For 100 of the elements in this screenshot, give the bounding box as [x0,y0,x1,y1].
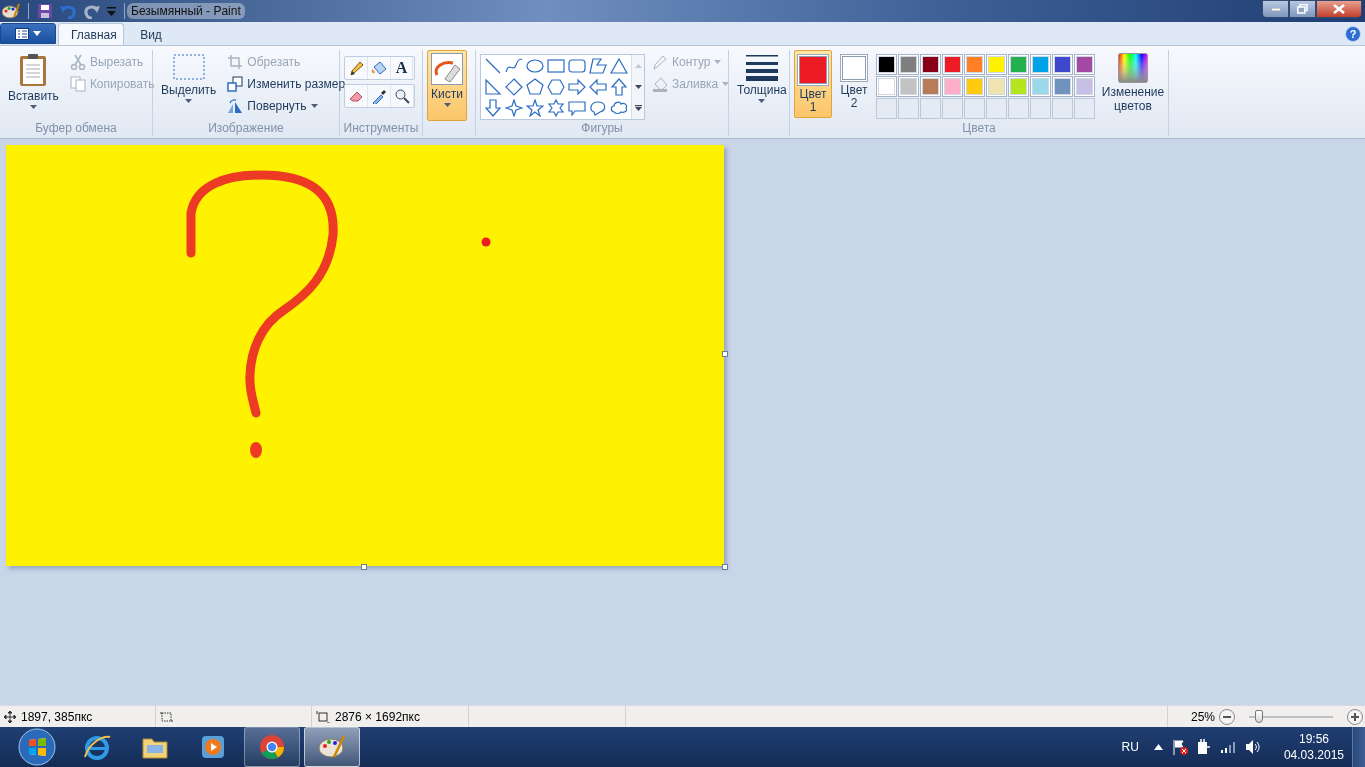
flag-icon[interactable] [1171,739,1188,755]
magnifier-icon[interactable] [394,88,410,104]
resize-button[interactable]: Изменить размер [224,74,349,94]
media-player-icon[interactable] [199,733,227,761]
zoom-in-button[interactable] [1347,708,1363,725]
expand-gallery-icon[interactable] [634,105,642,112]
cloud-callout-shape-icon[interactable] [610,99,628,117]
zoom-out-button[interactable] [1219,708,1235,725]
palette-color[interactable] [878,78,895,95]
custom-color-slot[interactable] [876,98,897,119]
custom-color-slot[interactable] [942,98,963,119]
rectangle-shape-icon[interactable] [547,57,565,75]
custom-color-slot[interactable] [1030,98,1051,119]
palette-color[interactable] [944,56,961,73]
custom-color-slot[interactable] [898,98,919,119]
custom-color-slot[interactable] [920,98,941,119]
speaker-icon[interactable] [1244,739,1261,755]
custom-color-slot[interactable] [964,98,985,119]
triangle-shape-icon[interactable] [610,57,628,75]
palette-color[interactable] [1010,56,1027,73]
palette-color[interactable] [966,56,983,73]
left-arrow-shape-icon[interactable] [589,78,607,96]
eyedropper-icon[interactable] [371,88,387,104]
palette-color[interactable] [1054,78,1071,95]
resize-handle[interactable] [722,351,728,357]
palette-color[interactable] [1010,78,1027,95]
custom-color-slot[interactable] [1074,98,1095,119]
language-indicator[interactable]: RU [1121,740,1139,754]
custom-color-slot[interactable] [1052,98,1073,119]
custom-color-slot[interactable] [986,98,1007,119]
pentagon-shape-icon[interactable] [526,78,544,96]
power-plug-icon[interactable] [1196,739,1211,755]
resize-handle[interactable] [361,564,367,570]
group-label: Инструменты [342,121,420,136]
palette-color[interactable] [922,56,939,73]
rectangular-callout-shape-icon[interactable] [568,99,586,117]
palette-color[interactable] [922,78,939,95]
help-button[interactable]: ? [1345,25,1361,42]
oval-shape-icon[interactable] [526,57,544,75]
palette-color[interactable] [988,78,1005,95]
edit-colors-button[interactable]: Изменение цветов [1099,50,1167,121]
palette-icon[interactable] [2,3,20,19]
palette-color[interactable] [1054,56,1071,73]
clock-date[interactable]: 04.03.2015 [1283,747,1344,763]
ribbon-tab[interactable]: Главная [58,23,124,45]
four-point-star-shape-icon[interactable] [505,99,523,117]
right-triangle-shape-icon[interactable] [484,78,502,96]
minimize-button[interactable] [1262,0,1289,18]
signal-bars-icon[interactable] [1219,740,1236,754]
redo-icon[interactable] [83,3,101,19]
color-select-button[interactable]: Цвет 1 [794,50,832,118]
right-arrow-shape-icon[interactable] [568,78,586,96]
palette-color[interactable] [1076,56,1093,73]
palette-color[interactable] [988,56,1005,73]
customize-dropdown-icon[interactable] [107,6,116,16]
palette-color[interactable] [1032,56,1049,73]
palette-color[interactable] [900,56,917,73]
browser-e-icon[interactable] [83,733,111,761]
close-button[interactable] [1316,0,1362,18]
ribbon-tab[interactable]: Вид [126,23,176,45]
thickness-button[interactable]: Толщина [733,50,791,121]
diamond-shape-icon[interactable] [505,78,523,96]
palette-color[interactable] [878,56,895,73]
palette-color[interactable] [900,78,917,95]
paint-bucket-icon[interactable] [371,60,387,76]
select-button[interactable]: Выделить [157,50,221,121]
curve-shape-icon[interactable] [505,57,523,75]
polygon-shape-icon[interactable] [589,57,607,75]
zoom-slider[interactable] [1249,709,1333,724]
chrome-icon[interactable] [258,733,286,761]
slider-thumb[interactable] [1255,709,1264,723]
rounded-rectangle-shape-icon[interactable] [568,57,586,75]
paste-button[interactable]: Вставить [4,50,63,121]
custom-color-slot[interactable] [1008,98,1029,119]
oval-callout-shape-icon[interactable] [589,99,607,117]
maximize-button[interactable] [1289,0,1316,18]
text-tool-button[interactable]: A [391,57,413,79]
brushes-button[interactable]: Кисти [427,50,467,121]
palette-icon[interactable] [318,733,346,761]
palette-color[interactable] [944,78,961,95]
show-hidden-icons-icon[interactable] [1153,744,1163,750]
palette-color[interactable] [1076,78,1093,95]
hexagon-shape-icon[interactable] [547,78,565,96]
clock-time[interactable]: 19:56 [1298,731,1329,747]
resize-handle[interactable] [722,564,728,570]
six-point-star-shape-icon[interactable] [547,99,565,117]
scroll-down-icon[interactable] [634,85,642,89]
down-arrow-shape-icon[interactable] [484,99,502,117]
file-menu-button[interactable] [0,23,56,44]
color-select-button[interactable]: Цвет 2 [836,50,872,114]
image-size: 2876 × 1692пкс [335,709,420,724]
palette-color[interactable] [1032,78,1049,95]
pencil-icon[interactable] [348,60,364,76]
five-point-star-shape-icon[interactable] [526,99,544,117]
save-icon[interactable] [37,3,53,19]
rotate-button[interactable]: Повернуть [224,96,349,116]
line-shape-icon[interactable] [484,57,502,75]
up-arrow-shape-icon[interactable] [610,78,628,96]
start-orb-icon[interactable] [18,728,56,766]
palette-color[interactable] [966,78,983,95]
